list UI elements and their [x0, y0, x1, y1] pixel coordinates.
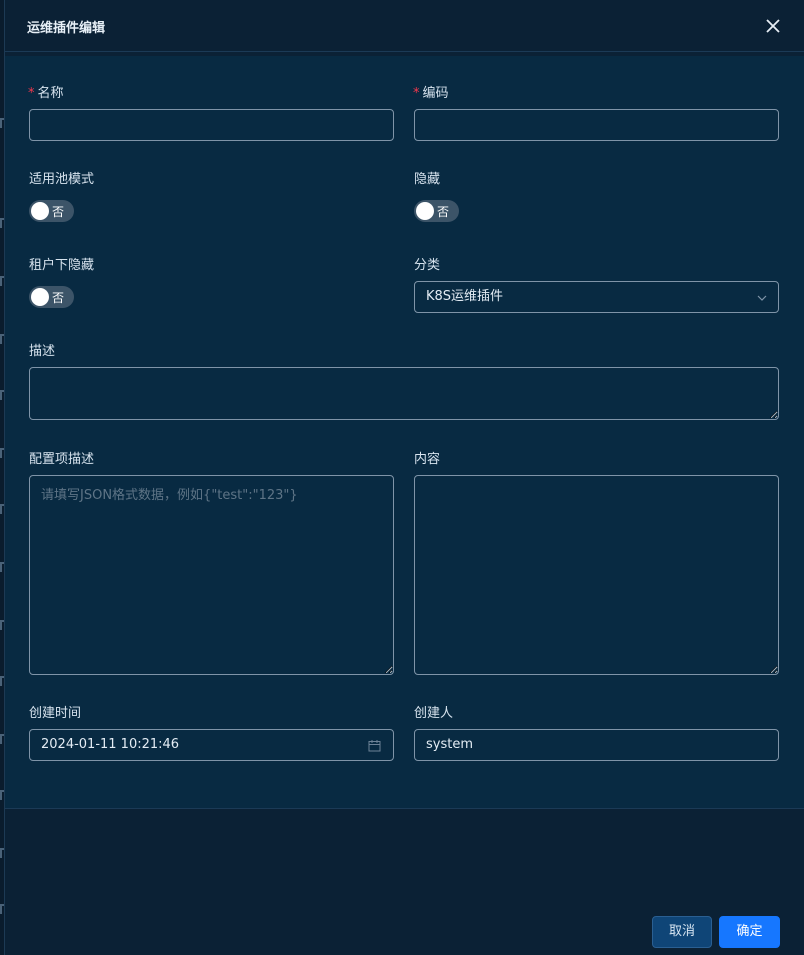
- hidden-label: 隐藏: [414, 172, 441, 187]
- confirm-button[interactable]: 确定: [719, 916, 780, 948]
- content-textarea[interactable]: [414, 475, 779, 675]
- tenant-hidden-switch[interactable]: 否: [29, 286, 74, 308]
- tenant-hidden-label: 租户下隐藏: [29, 258, 95, 273]
- created-time-label: 创建时间: [29, 706, 82, 721]
- content-label: 内容: [414, 452, 441, 467]
- description-label: 描述: [29, 344, 56, 359]
- pool-mode-switch[interactable]: 否: [29, 200, 74, 222]
- edit-plugin-drawer: 运维插件编辑 * 名称 * 编码 适用池模式 否 隐藏 否 租户下隐藏 否 分类…: [4, 0, 804, 955]
- code-input[interactable]: [414, 109, 779, 141]
- category-label: 分类: [414, 258, 441, 273]
- config-desc-textarea[interactable]: [29, 475, 394, 675]
- cancel-button[interactable]: 取消: [652, 916, 712, 948]
- calendar-icon: [368, 740, 381, 752]
- name-label: * 名称: [28, 86, 64, 101]
- name-input[interactable]: [29, 109, 394, 141]
- config-desc-label: 配置项描述: [29, 452, 95, 467]
- switch-knob: [31, 288, 49, 306]
- created-time-value: 2024-01-11 10:21:46: [41, 737, 180, 752]
- code-label: * 编码: [413, 86, 449, 101]
- category-select[interactable]: K8S运维插件: [414, 281, 779, 313]
- switch-text: 否: [437, 205, 450, 219]
- category-value: K8S运维插件: [426, 289, 504, 304]
- description-textarea[interactable]: [29, 367, 779, 420]
- pool-mode-label: 适用池模式: [29, 172, 95, 187]
- hidden-switch[interactable]: 否: [414, 200, 459, 222]
- creator-input[interactable]: system: [414, 729, 779, 761]
- close-button[interactable]: [761, 14, 785, 38]
- switch-text: 否: [52, 291, 65, 305]
- drawer-header: 运维插件编辑: [5, 0, 804, 52]
- form-panel: * 名称 * 编码 适用池模式 否 隐藏 否 租户下隐藏 否 分类 K8S运维插件: [5, 56, 804, 809]
- created-time-picker[interactable]: 2024-01-11 10:21:46: [29, 729, 394, 761]
- drawer-title: 运维插件编辑: [27, 21, 106, 36]
- creator-value: system: [426, 737, 473, 752]
- creator-label: 创建人: [414, 706, 454, 721]
- chevron-down-icon: [757, 295, 767, 301]
- close-icon: [766, 19, 780, 33]
- switch-knob: [31, 202, 49, 220]
- switch-knob: [416, 202, 434, 220]
- switch-text: 否: [52, 205, 65, 219]
